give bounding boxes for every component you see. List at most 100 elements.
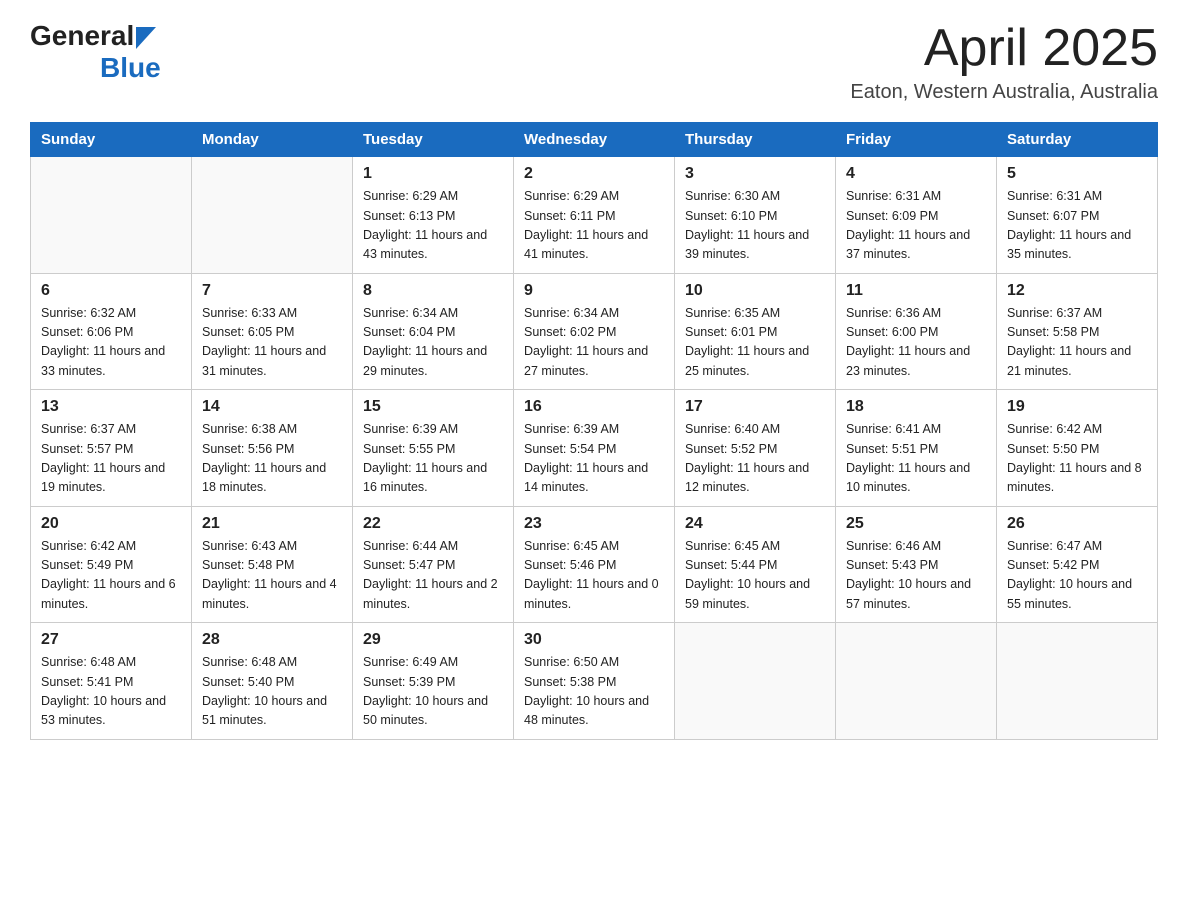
calendar-cell: 18 Sunrise: 6:41 AMSunset: 5:51 PMDayligh… (836, 390, 997, 507)
calendar-cell: 20 Sunrise: 6:42 AMSunset: 5:49 PMDayligh… (31, 506, 192, 623)
day-number: 18 (846, 398, 986, 416)
header-day-wednesday: Wednesday (514, 123, 675, 157)
calendar-body: 1 Sunrise: 6:29 AMSunset: 6:13 PMDaylight… (31, 157, 1158, 740)
day-number: 5 (1007, 165, 1147, 183)
day-info: Sunrise: 6:41 AMSunset: 5:51 PMDaylight:… (846, 420, 986, 498)
header-row: SundayMondayTuesdayWednesdayThursdayFrid… (31, 123, 1158, 157)
calendar-cell (31, 157, 192, 274)
day-number: 28 (202, 631, 342, 649)
calendar-cell: 1 Sunrise: 6:29 AMSunset: 6:13 PMDaylight… (353, 157, 514, 274)
day-info: Sunrise: 6:37 AMSunset: 5:58 PMDaylight:… (1007, 304, 1147, 382)
day-number: 17 (685, 398, 825, 416)
day-number: 2 (524, 165, 664, 183)
week-row-1: 1 Sunrise: 6:29 AMSunset: 6:13 PMDaylight… (31, 157, 1158, 274)
day-number: 3 (685, 165, 825, 183)
day-info: Sunrise: 6:37 AMSunset: 5:57 PMDaylight:… (41, 420, 181, 498)
day-number: 4 (846, 165, 986, 183)
day-info: Sunrise: 6:48 AMSunset: 5:41 PMDaylight:… (41, 653, 181, 731)
calendar-cell: 27 Sunrise: 6:48 AMSunset: 5:41 PMDayligh… (31, 623, 192, 740)
day-info: Sunrise: 6:40 AMSunset: 5:52 PMDaylight:… (685, 420, 825, 498)
calendar-cell: 3 Sunrise: 6:30 AMSunset: 6:10 PMDaylight… (675, 157, 836, 274)
calendar-cell (675, 623, 836, 740)
day-number: 15 (363, 398, 503, 416)
calendar-cell: 9Sunrise: 6:34 AMSunset: 6:02 PMDaylight… (514, 273, 675, 390)
calendar-cell: 23Sunrise: 6:45 AMSunset: 5:46 PMDayligh… (514, 506, 675, 623)
calendar-cell: 10 Sunrise: 6:35 AMSunset: 6:01 PMDayligh… (675, 273, 836, 390)
calendar-cell: 7Sunrise: 6:33 AMSunset: 6:05 PMDaylight… (192, 273, 353, 390)
calendar-cell: 16Sunrise: 6:39 AMSunset: 5:54 PMDayligh… (514, 390, 675, 507)
header-day-monday: Monday (192, 123, 353, 157)
day-info: Sunrise: 6:36 AMSunset: 6:00 PMDaylight:… (846, 304, 986, 382)
day-info: Sunrise: 6:29 AMSunset: 6:13 PMDaylight:… (363, 187, 503, 265)
week-row-2: 6 Sunrise: 6:32 AMSunset: 6:06 PMDaylight… (31, 273, 1158, 390)
calendar-cell: 28Sunrise: 6:48 AMSunset: 5:40 PMDayligh… (192, 623, 353, 740)
day-info: Sunrise: 6:30 AMSunset: 6:10 PMDaylight:… (685, 187, 825, 265)
day-number: 6 (41, 282, 181, 300)
day-number: 10 (685, 282, 825, 300)
day-number: 14 (202, 398, 342, 416)
day-number: 19 (1007, 398, 1147, 416)
header-day-friday: Friday (836, 123, 997, 157)
day-info: Sunrise: 6:33 AMSunset: 6:05 PMDaylight:… (202, 304, 342, 382)
header-day-saturday: Saturday (997, 123, 1158, 157)
day-info: Sunrise: 6:44 AMSunset: 5:47 PMDaylight:… (363, 537, 503, 615)
logo: General Blue (30, 20, 161, 84)
calendar-subtitle: Eaton, Western Australia, Australia (850, 81, 1158, 104)
day-info: Sunrise: 6:31 AMSunset: 6:07 PMDaylight:… (1007, 187, 1147, 265)
day-number: 12 (1007, 282, 1147, 300)
calendar-cell: 5 Sunrise: 6:31 AMSunset: 6:07 PMDaylight… (997, 157, 1158, 274)
day-info: Sunrise: 6:32 AMSunset: 6:06 PMDaylight:… (41, 304, 181, 382)
day-number: 22 (363, 515, 503, 533)
header-day-thursday: Thursday (675, 123, 836, 157)
calendar-cell: 19Sunrise: 6:42 AMSunset: 5:50 PMDayligh… (997, 390, 1158, 507)
day-number: 9 (524, 282, 664, 300)
day-info: Sunrise: 6:47 AMSunset: 5:42 PMDaylight:… (1007, 537, 1147, 615)
day-number: 13 (41, 398, 181, 416)
logo-general-text: General (30, 20, 134, 52)
day-number: 1 (363, 165, 503, 183)
calendar-cell: 26 Sunrise: 6:47 AMSunset: 5:42 PMDayligh… (997, 506, 1158, 623)
page-header: General Blue April 2025 Eaton, Western A… (30, 20, 1158, 104)
day-info: Sunrise: 6:34 AMSunset: 6:04 PMDaylight:… (363, 304, 503, 382)
calendar-title: April 2025 (850, 20, 1158, 77)
day-info: Sunrise: 6:49 AMSunset: 5:39 PMDaylight:… (363, 653, 503, 731)
calendar-cell: 30Sunrise: 6:50 AMSunset: 5:38 PMDayligh… (514, 623, 675, 740)
calendar-cell: 4 Sunrise: 6:31 AMSunset: 6:09 PMDaylight… (836, 157, 997, 274)
calendar-header: SundayMondayTuesdayWednesdayThursdayFrid… (31, 123, 1158, 157)
day-number: 27 (41, 631, 181, 649)
day-number: 26 (1007, 515, 1147, 533)
calendar-cell: 21 Sunrise: 6:43 AMSunset: 5:48 PMDayligh… (192, 506, 353, 623)
title-section: April 2025 Eaton, Western Australia, Aus… (850, 20, 1158, 104)
day-number: 16 (524, 398, 664, 416)
day-number: 20 (41, 515, 181, 533)
calendar-cell (997, 623, 1158, 740)
header-day-sunday: Sunday (31, 123, 192, 157)
calendar-cell: 2 Sunrise: 6:29 AMSunset: 6:11 PMDaylight… (514, 157, 675, 274)
day-info: Sunrise: 6:45 AMSunset: 5:46 PMDaylight:… (524, 537, 664, 615)
day-info: Sunrise: 6:35 AMSunset: 6:01 PMDaylight:… (685, 304, 825, 382)
calendar-cell: 15 Sunrise: 6:39 AMSunset: 5:55 PMDayligh… (353, 390, 514, 507)
day-info: Sunrise: 6:45 AMSunset: 5:44 PMDaylight:… (685, 537, 825, 615)
calendar-cell: 22 Sunrise: 6:44 AMSunset: 5:47 PMDayligh… (353, 506, 514, 623)
calendar-cell: 8 Sunrise: 6:34 AMSunset: 6:04 PMDaylight… (353, 273, 514, 390)
week-row-5: 27 Sunrise: 6:48 AMSunset: 5:41 PMDayligh… (31, 623, 1158, 740)
day-number: 30 (524, 631, 664, 649)
logo-triangle-icon (136, 27, 156, 49)
day-number: 21 (202, 515, 342, 533)
calendar-cell: 24Sunrise: 6:45 AMSunset: 5:44 PMDayligh… (675, 506, 836, 623)
day-number: 29 (363, 631, 503, 649)
week-row-3: 13 Sunrise: 6:37 AMSunset: 5:57 PMDayligh… (31, 390, 1158, 507)
calendar-cell: 25Sunrise: 6:46 AMSunset: 5:43 PMDayligh… (836, 506, 997, 623)
day-info: Sunrise: 6:31 AMSunset: 6:09 PMDaylight:… (846, 187, 986, 265)
day-info: Sunrise: 6:42 AMSunset: 5:49 PMDaylight:… (41, 537, 181, 615)
calendar-cell: 29 Sunrise: 6:49 AMSunset: 5:39 PMDayligh… (353, 623, 514, 740)
week-row-4: 20 Sunrise: 6:42 AMSunset: 5:49 PMDayligh… (31, 506, 1158, 623)
day-info: Sunrise: 6:29 AMSunset: 6:11 PMDaylight:… (524, 187, 664, 265)
calendar-cell: 17 Sunrise: 6:40 AMSunset: 5:52 PMDayligh… (675, 390, 836, 507)
day-number: 8 (363, 282, 503, 300)
calendar-cell: 14Sunrise: 6:38 AMSunset: 5:56 PMDayligh… (192, 390, 353, 507)
day-info: Sunrise: 6:43 AMSunset: 5:48 PMDaylight:… (202, 537, 342, 615)
day-info: Sunrise: 6:39 AMSunset: 5:55 PMDaylight:… (363, 420, 503, 498)
calendar-cell (192, 157, 353, 274)
header-day-tuesday: Tuesday (353, 123, 514, 157)
